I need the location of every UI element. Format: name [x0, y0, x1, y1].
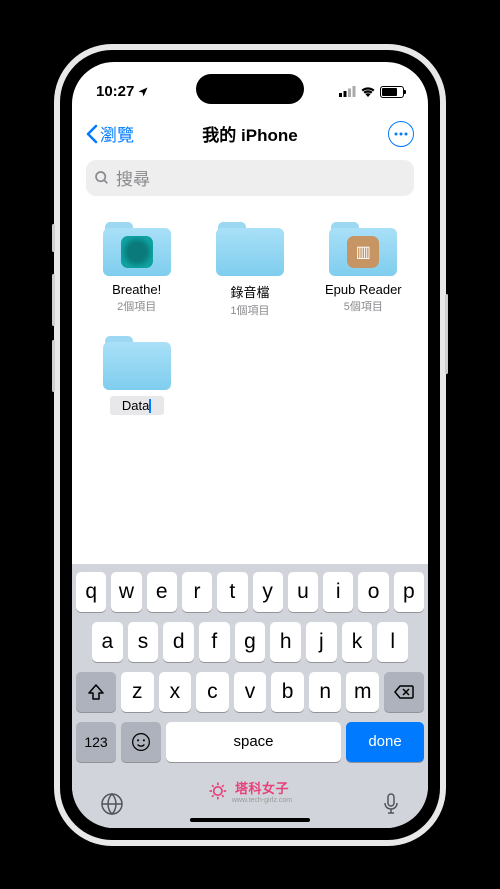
status-time: 10:27 — [96, 83, 134, 100]
folder-count: 2個項目 — [117, 298, 156, 314]
folder-count: 5個項目 — [344, 298, 383, 314]
key-j[interactable]: j — [306, 622, 337, 662]
key-b[interactable]: b — [271, 672, 304, 712]
search-placeholder: 搜尋 — [116, 165, 150, 190]
logo-icon — [208, 781, 228, 801]
key-s[interactable]: s — [128, 622, 159, 662]
keyboard-row-1: q w e r t y u i o p — [76, 572, 424, 612]
globe-icon — [100, 792, 124, 816]
folder-icon — [103, 336, 171, 390]
key-z[interactable]: z — [121, 672, 154, 712]
volume-down-button — [52, 340, 55, 392]
folder-item-new[interactable]: Data — [86, 336, 187, 416]
folder-grid: Breathe! 2個項目 錄音檔 1個項目 — [72, 206, 428, 564]
keyboard-row-3: z x c v b n m — [76, 672, 424, 712]
cellular-icon — [339, 86, 356, 97]
numeric-key[interactable]: 123 — [76, 722, 116, 762]
folder-icon — [103, 222, 171, 276]
key-x[interactable]: x — [159, 672, 192, 712]
key-a[interactable]: a — [92, 622, 123, 662]
mic-key[interactable] — [382, 792, 400, 822]
back-button[interactable]: 瀏覽 — [86, 121, 134, 146]
emoji-key[interactable] — [121, 722, 161, 762]
chevron-left-icon — [86, 124, 98, 144]
folder-count: 1個項目 — [230, 302, 269, 318]
backspace-icon — [393, 684, 415, 700]
keyboard-row-4: 123 space done — [76, 722, 424, 762]
more-button[interactable] — [388, 121, 414, 147]
folder-name: 錄音檔 — [230, 282, 269, 301]
power-button — [445, 294, 448, 374]
mic-icon — [382, 792, 400, 816]
home-indicator[interactable] — [190, 818, 310, 822]
back-label: 瀏覽 — [100, 121, 134, 146]
watermark: 塔科女子 www.tech-girlz.com — [208, 778, 292, 804]
shift-key[interactable] — [76, 672, 116, 712]
side-button — [52, 224, 55, 252]
backspace-key[interactable] — [384, 672, 424, 712]
space-key[interactable]: space — [166, 722, 341, 762]
key-c[interactable]: c — [196, 672, 229, 712]
key-u[interactable]: u — [288, 572, 318, 612]
key-e[interactable]: e — [147, 572, 177, 612]
keyboard-row-2: a s d f g h j k l — [76, 622, 424, 662]
key-v[interactable]: v — [234, 672, 267, 712]
folder-name: Epub Reader — [325, 282, 402, 297]
folder-item-recordings[interactable]: 錄音檔 1個項目 — [199, 222, 300, 318]
key-p[interactable]: p — [394, 572, 424, 612]
folder-icon: ▥ — [329, 222, 397, 276]
key-l[interactable]: l — [377, 622, 408, 662]
key-f[interactable]: f — [199, 622, 230, 662]
key-k[interactable]: k — [342, 622, 373, 662]
key-n[interactable]: n — [309, 672, 342, 712]
location-icon — [137, 86, 149, 98]
dynamic-island — [196, 74, 304, 104]
search-input[interactable]: 搜尋 — [86, 160, 414, 196]
key-t[interactable]: t — [217, 572, 247, 612]
folder-item-epub[interactable]: ▥ Epub Reader 5個項目 — [313, 222, 414, 318]
wifi-icon — [360, 86, 376, 97]
more-icon — [394, 132, 408, 136]
nav-bar: 瀏覽 我的 iPhone — [72, 112, 428, 156]
folder-icon — [216, 222, 284, 276]
key-g[interactable]: g — [235, 622, 266, 662]
keyboard: q w e r t y u i o p a s d f g h — [72, 564, 428, 776]
key-o[interactable]: o — [358, 572, 388, 612]
battery-icon — [380, 86, 404, 98]
phone-frame: 10:27 瀏覽 我的 iPhone — [54, 44, 446, 846]
search-icon — [94, 170, 110, 186]
page-title: 我的 iPhone — [202, 121, 297, 146]
folder-rename-input[interactable]: Data — [110, 396, 164, 416]
folder-name: Breathe! — [112, 282, 161, 297]
key-q[interactable]: q — [76, 572, 106, 612]
key-r[interactable]: r — [182, 572, 212, 612]
key-w[interactable]: w — [111, 572, 141, 612]
done-key[interactable]: done — [346, 722, 424, 762]
shift-icon — [87, 684, 105, 700]
book-icon: ▥ — [347, 236, 379, 268]
folder-item-breathe[interactable]: Breathe! 2個項目 — [86, 222, 187, 318]
key-d[interactable]: d — [163, 622, 194, 662]
key-i[interactable]: i — [323, 572, 353, 612]
volume-up-button — [52, 274, 55, 326]
screen: 10:27 瀏覽 我的 iPhone — [72, 62, 428, 828]
key-m[interactable]: m — [346, 672, 379, 712]
emoji-icon — [131, 732, 151, 752]
globe-key[interactable] — [100, 792, 124, 822]
key-h[interactable]: h — [270, 622, 301, 662]
key-y[interactable]: y — [253, 572, 283, 612]
